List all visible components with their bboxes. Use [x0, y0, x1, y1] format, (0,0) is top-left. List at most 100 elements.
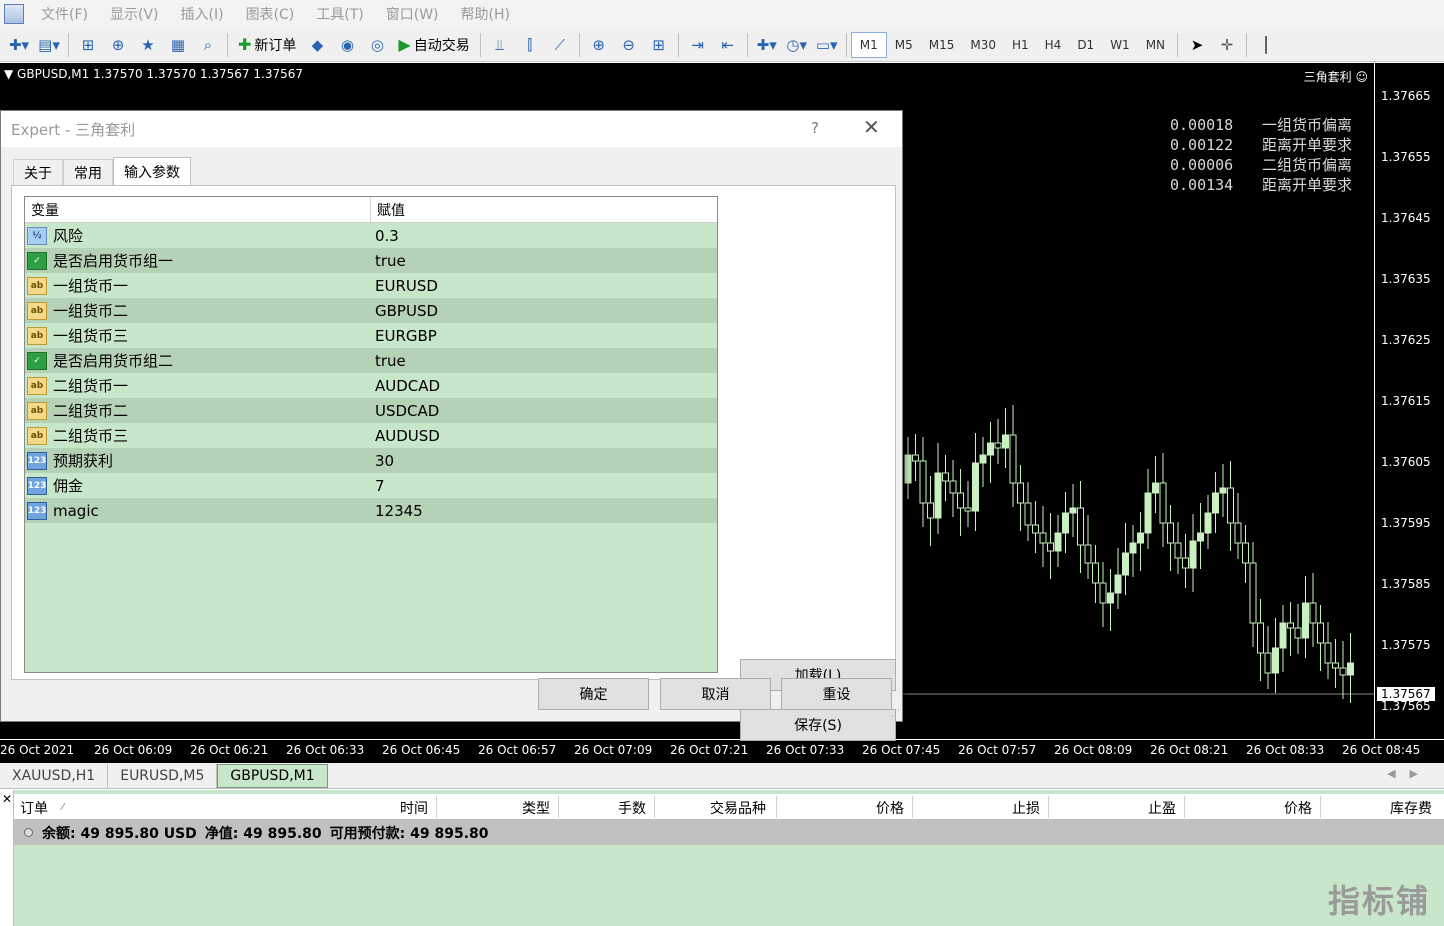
column-header-order[interactable]: 订单 — [20, 798, 48, 818]
zoom-in-icon[interactable]: ⊕ — [586, 32, 612, 58]
templates-icon[interactable]: ▭▾ — [814, 32, 840, 58]
candle-body — [1009, 434, 1017, 484]
parameter-value[interactable]: 0.3 — [371, 227, 399, 245]
parameter-row[interactable]: ab 二组货币三 AUDUSD — [25, 423, 717, 448]
parameter-value[interactable]: 7 — [371, 477, 385, 495]
price-tick-label: 1.37595 — [1381, 516, 1431, 530]
timeframe-m15[interactable]: M15 — [921, 32, 963, 58]
parameter-value[interactable]: true — [371, 352, 406, 370]
indicators-icon[interactable]: ✚▾ — [754, 32, 780, 58]
new-order-button[interactable]: ✚ 新订单 — [234, 32, 300, 58]
vertical-line-icon[interactable]: │ — [1253, 32, 1279, 58]
periods-clock-icon[interactable]: ◷▾ — [784, 32, 810, 58]
navigator-icon[interactable]: ★ — [135, 32, 161, 58]
menu-help[interactable]: 帮助(H) — [450, 4, 521, 24]
parameter-row[interactable]: ½ 风险 0.3 — [25, 223, 717, 248]
menu-window[interactable]: 窗口(W) — [375, 4, 450, 24]
signals-icon[interactable]: ◉ — [334, 32, 360, 58]
menu-insert[interactable]: 插入(I) — [170, 4, 235, 24]
chart-tab-xauusd[interactable]: XAUUSD,H1 — [0, 764, 109, 788]
chart-shift-icon[interactable]: ⇤ — [715, 32, 741, 58]
parameter-row[interactable]: ab 一组货币一 EURUSD — [25, 273, 717, 298]
tab-common[interactable]: 常用 — [63, 159, 113, 185]
column-header-swap[interactable]: 库存费 — [1390, 798, 1432, 818]
timeframe-mn[interactable]: MN — [1138, 32, 1173, 58]
timeframe-m1[interactable]: M1 — [850, 31, 887, 58]
parameter-row[interactable]: 123 magic 12345 — [25, 498, 717, 523]
parameter-row[interactable]: ab 一组货币二 GBPUSD — [25, 298, 717, 323]
tester-icon[interactable]: ⌕ — [195, 32, 221, 58]
candle-chart-icon[interactable]: ⫿ — [517, 32, 543, 58]
parameter-row[interactable]: ✓ 是否启用货币组二 true — [25, 348, 717, 373]
column-header-stop-loss[interactable]: 止损 — [1012, 798, 1040, 818]
column-header-type[interactable]: 类型 — [522, 798, 550, 818]
free-margin-value: 可用预付款: 49 895.80 — [329, 825, 489, 842]
dialog-titlebar[interactable]: Expert - 三角套利 — [1, 111, 902, 147]
market-watch-icon[interactable]: ⊞ — [75, 32, 101, 58]
column-header-take-profit[interactable]: 止盈 — [1148, 798, 1176, 818]
parameter-row[interactable]: ✓ 是否启用货币组一 true — [25, 248, 717, 273]
price-axis: 1.37665 1.37655 1.37645 1.37635 1.37625 … — [1374, 63, 1444, 739]
chart-tab-gbpusd[interactable]: GBPUSD,M1 — [217, 764, 328, 788]
resize-grip-icon[interactable]: ⋰ — [891, 709, 900, 719]
save-button[interactable]: 保存(S) — [740, 709, 896, 741]
timeframe-h1[interactable]: H1 — [1004, 32, 1037, 58]
menu-charts[interactable]: 图表(C) — [235, 4, 306, 24]
reset-button[interactable]: 重设 — [781, 678, 892, 710]
timeframe-h4[interactable]: H4 — [1037, 32, 1070, 58]
parameter-value[interactable]: 12345 — [371, 502, 423, 520]
new-chart-icon[interactable]: ✚▾ — [6, 32, 32, 58]
column-header-current-price[interactable]: 价格 — [1284, 798, 1312, 818]
terminal-icon[interactable]: ▦ — [165, 32, 191, 58]
menu-tools[interactable]: 工具(T) — [305, 4, 374, 24]
parameter-value[interactable]: USDCAD — [371, 402, 439, 420]
column-header-price[interactable]: 价格 — [876, 798, 904, 818]
parameter-value[interactable]: AUDCAD — [371, 377, 440, 395]
auto-trade-button[interactable]: ▶ 自动交易 — [394, 32, 473, 58]
column-header-symbol[interactable]: 交易品种 — [710, 798, 766, 818]
tile-windows-icon[interactable]: ⊞ — [646, 32, 672, 58]
line-chart-icon[interactable]: ⟋ — [547, 32, 573, 58]
zoom-out-icon[interactable]: ⊖ — [616, 32, 642, 58]
column-header-lots[interactable]: 手数 — [618, 798, 646, 818]
menu-view[interactable]: 显示(V) — [99, 4, 170, 24]
tab-about[interactable]: 关于 — [13, 159, 63, 185]
parameter-row[interactable]: 123 预期获利 30 — [25, 448, 717, 473]
parameter-row[interactable]: ab 一组货币三 EURGBP — [25, 323, 717, 348]
timeframe-w1[interactable]: W1 — [1102, 32, 1138, 58]
bar-chart-icon[interactable]: ⫫ — [487, 32, 513, 58]
parameter-row[interactable]: ab 二组货币二 USDCAD — [25, 398, 717, 423]
timeframe-d1[interactable]: D1 — [1069, 32, 1102, 58]
toolbar-separator — [68, 32, 69, 57]
cursor-icon[interactable]: ➤ — [1184, 32, 1210, 58]
header-variable[interactable]: 变量 — [25, 197, 371, 222]
column-header-time[interactable]: 时间 — [400, 798, 428, 818]
parameter-value[interactable]: GBPUSD — [371, 302, 438, 320]
vps-icon[interactable]: ◎ — [364, 32, 390, 58]
auto-scroll-icon[interactable]: ⇥ — [685, 32, 711, 58]
parameter-row[interactable]: 123 佣金 7 — [25, 473, 717, 498]
terminal-close-icon[interactable]: ✕ — [2, 792, 12, 806]
crosshair-icon[interactable]: ✛ — [1214, 32, 1240, 58]
cancel-button[interactable]: 取消 — [660, 678, 771, 710]
chart-tab-eurusd[interactable]: EURUSD,M5 — [108, 764, 218, 788]
int-type-icon: 123 — [27, 451, 47, 470]
timeframe-m30[interactable]: M30 — [962, 32, 1004, 58]
parameter-value[interactable]: EURUSD — [371, 277, 438, 295]
gold-icon[interactable]: ◆ — [304, 32, 330, 58]
parameter-value[interactable]: AUDUSD — [371, 427, 440, 445]
menu-file[interactable]: 文件(F) — [30, 4, 99, 24]
header-value[interactable]: 赋值 — [371, 197, 405, 222]
help-icon[interactable]: ? — [811, 119, 819, 137]
parameter-value[interactable]: 30 — [371, 452, 394, 470]
timeframe-m5[interactable]: M5 — [887, 32, 921, 58]
close-icon[interactable]: ✕ — [863, 115, 880, 139]
parameter-value[interactable]: EURGBP — [371, 327, 437, 345]
profiles-icon[interactable]: ▤▾ — [36, 32, 62, 58]
crosshair-target-icon[interactable]: ⊕ — [105, 32, 131, 58]
ok-button[interactable]: 确定 — [538, 678, 649, 710]
tab-scroll-arrows-icon[interactable]: ◀▶ — [1387, 767, 1432, 780]
parameter-value[interactable]: true — [371, 252, 406, 270]
parameter-row[interactable]: ab 二组货币一 AUDCAD — [25, 373, 717, 398]
tab-inputs[interactable]: 输入参数 — [113, 157, 191, 185]
